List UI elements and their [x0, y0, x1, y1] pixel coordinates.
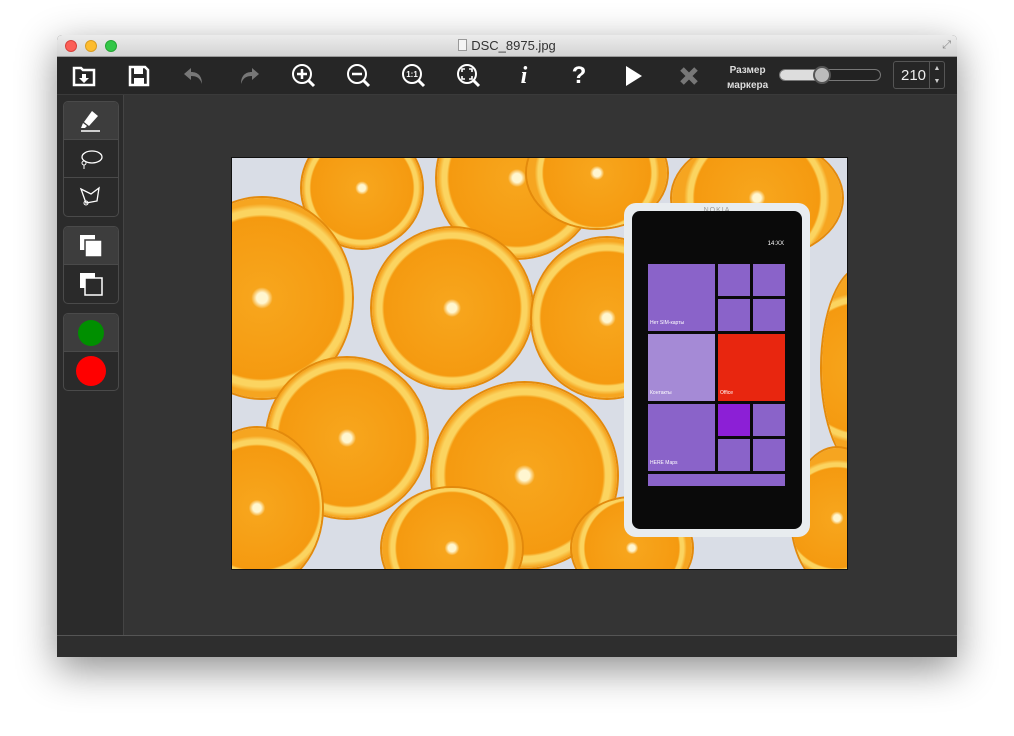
undo-button[interactable] — [177, 62, 211, 90]
lasso-icon — [81, 149, 103, 169]
add-selection-button[interactable] — [64, 227, 118, 265]
zoom-out-button[interactable] — [342, 62, 376, 90]
marker-tool-button[interactable] — [64, 102, 118, 140]
marker-size-slider[interactable] — [779, 66, 881, 84]
marker-label-line2: маркера — [727, 80, 769, 91]
zoom-1-1-icon: 1:1 — [402, 64, 426, 88]
phone-clock: 14:XX — [767, 241, 784, 247]
add-mode-icon — [80, 234, 103, 258]
phone-in-photo: NOKIA 14:XX Нет SIM-карты Контакты Offic… — [624, 203, 810, 537]
close-icon — [680, 67, 698, 85]
floppy-icon — [128, 65, 150, 87]
slider-knob[interactable] — [813, 66, 831, 84]
window-title: DSC_8975.jpg — [57, 38, 957, 53]
zoom-in-button[interactable] — [287, 62, 321, 90]
phone-tile: Контакты — [648, 334, 715, 401]
redo-icon — [241, 68, 259, 84]
image-canvas[interactable]: NOKIA 14:XX Нет SIM-карты Контакты Offic… — [124, 95, 957, 635]
polygon-lasso-icon — [79, 186, 100, 206]
zoom-actual-label: 1:1 — [406, 70, 418, 79]
help-button[interactable]: ? — [562, 62, 596, 90]
fullscreen-icon[interactable]: ⤢ — [942, 39, 951, 52]
document-icon — [458, 39, 468, 51]
marker-size-input[interactable]: 210 ▲ ▼ — [893, 61, 945, 89]
red-circle-icon — [76, 356, 106, 386]
window-title-text: DSC_8975.jpg — [471, 38, 556, 53]
phone-tile: Нет SIM-карты — [648, 264, 715, 331]
green-circle-icon — [78, 319, 104, 346]
zoom-actual-button[interactable]: 1:1 — [397, 62, 431, 90]
marker-size-stepper[interactable]: ▲ ▼ — [929, 62, 944, 88]
redo-button[interactable] — [232, 62, 266, 90]
save-button[interactable] — [122, 62, 156, 90]
run-button[interactable] — [617, 62, 651, 90]
undo-icon — [184, 68, 202, 84]
help-icon: ? — [571, 62, 587, 89]
marker-color-group — [63, 313, 119, 391]
zoom-fit-icon — [457, 64, 481, 88]
cancel-button[interactable] — [672, 62, 706, 90]
marker-label-line1: Размер — [729, 65, 766, 76]
phone-tile: HERE Maps — [648, 404, 715, 471]
info-icon: i — [520, 62, 528, 89]
subtract-mode-icon — [80, 273, 103, 296]
marker-size-value: 210 — [901, 67, 927, 84]
zoom-out-icon — [347, 64, 371, 88]
remove-color-button[interactable] — [64, 352, 118, 390]
selection-tools-group — [63, 101, 119, 217]
marker-pen-icon — [81, 110, 100, 132]
open-button[interactable] — [67, 62, 101, 90]
selection-mode-group — [63, 226, 119, 304]
tool-sidebar — [57, 95, 124, 635]
photo-image[interactable]: NOKIA 14:XX Нет SIM-карты Контакты Offic… — [231, 157, 848, 570]
stepper-down-icon[interactable]: ▼ — [930, 75, 944, 88]
title-bar: DSC_8975.jpg ⤢ — [57, 35, 957, 57]
lasso-tool-button[interactable] — [64, 140, 118, 178]
app-window: DSC_8975.jpg ⤢ 1:1 i ? Размер маркера 210… — [57, 35, 957, 657]
info-button[interactable]: i — [507, 62, 541, 90]
zoom-in-icon — [292, 64, 316, 88]
keep-color-button[interactable] — [64, 314, 118, 352]
play-icon — [626, 66, 642, 86]
zoom-fit-button[interactable] — [452, 62, 486, 90]
folder-download-icon — [72, 66, 96, 87]
stepper-up-icon[interactable]: ▲ — [930, 62, 944, 75]
marker-size-label: Размер маркера — [727, 63, 768, 93]
toolbar: 1:1 i ? Размер маркера 210 ▲ ▼ — [57, 57, 957, 95]
polygon-lasso-tool-button[interactable] — [64, 178, 118, 216]
subtract-selection-button[interactable] — [64, 265, 118, 303]
phone-tile: Office — [718, 334, 785, 401]
status-bar — [57, 635, 957, 657]
